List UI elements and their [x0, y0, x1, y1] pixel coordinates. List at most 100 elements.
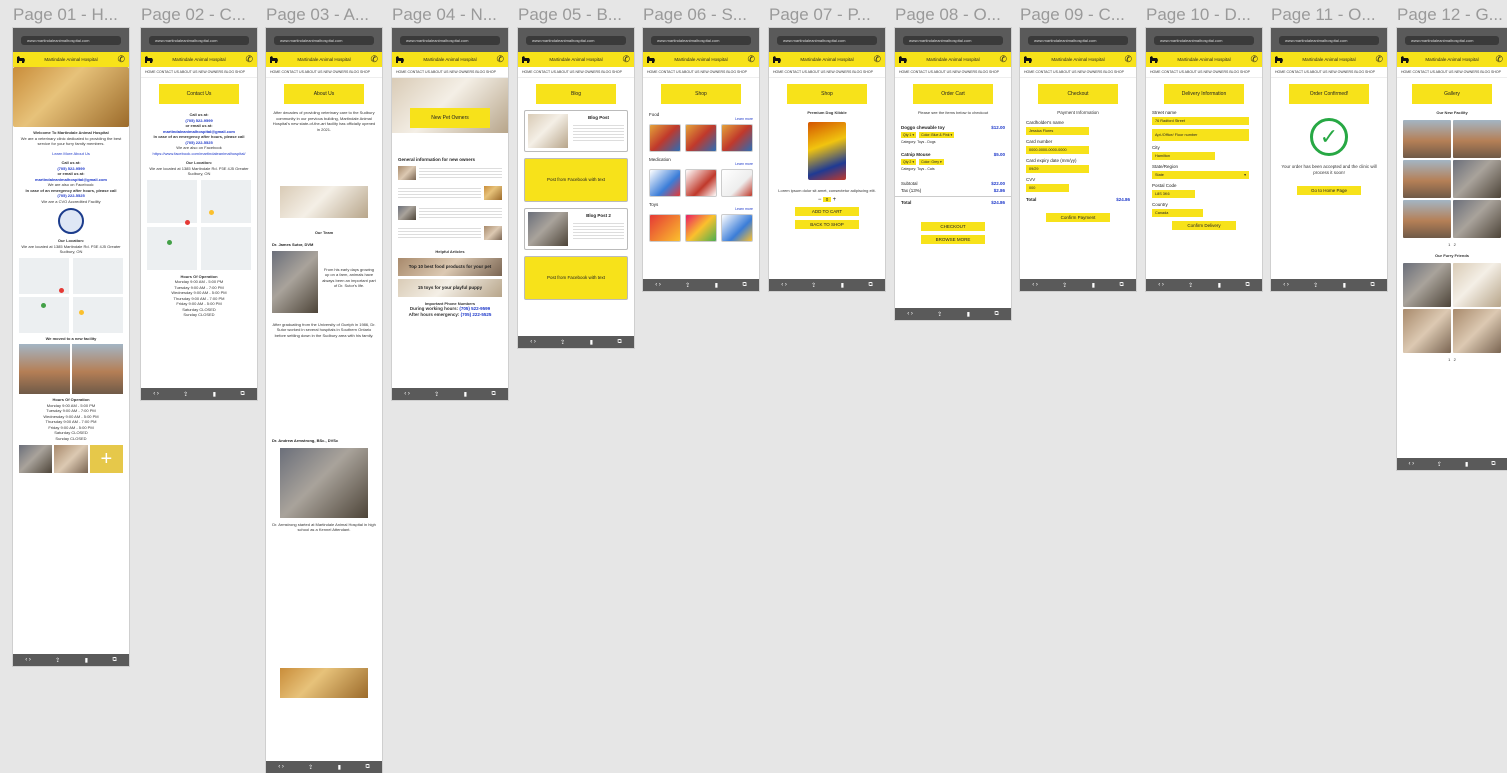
- gallery-tile[interactable]: [1453, 262, 1501, 307]
- phone-icon[interactable]: ✆: [370, 53, 378, 66]
- gallery-thumb[interactable]: [54, 445, 88, 473]
- facebook-link[interactable]: https://www.facebook.com/martindaleanima…: [141, 151, 257, 157]
- share-icon[interactable]: ⇪: [1437, 461, 1442, 468]
- share-icon[interactable]: ⇪: [434, 391, 439, 398]
- share-icon[interactable]: ⇪: [55, 657, 60, 664]
- add-to-cart-button[interactable]: ADD TO CART: [795, 207, 859, 216]
- back-forward-icon[interactable]: ‹ ›: [1283, 282, 1289, 288]
- url-bar[interactable]: www.martindaleanimalhospital.com: [1279, 36, 1379, 45]
- gallery-tile[interactable]: [1403, 159, 1451, 198]
- share-icon[interactable]: ⇪: [560, 339, 565, 346]
- confirm-delivery-button[interactable]: Confirm Delivery: [1172, 221, 1236, 230]
- facility-gallery[interactable]: [1397, 119, 1507, 238]
- quantity-value[interactable]: 0: [823, 197, 831, 202]
- phone-icon[interactable]: ✆: [999, 53, 1007, 66]
- dog-logo-icon[interactable]: [1274, 55, 1284, 64]
- url-bar[interactable]: www.martindaleanimalhospital.com: [400, 36, 500, 45]
- go-home-button[interactable]: Go to Home Page: [1297, 186, 1361, 195]
- back-forward-icon[interactable]: ‹ ›: [404, 391, 410, 397]
- gallery-tile[interactable]: [1453, 199, 1501, 238]
- learn-more-link[interactable]: Learn more: [643, 207, 759, 211]
- share-icon[interactable]: ⇪: [1313, 282, 1318, 289]
- add-icon[interactable]: +: [89, 445, 123, 473]
- frame-title-07[interactable]: Page 07 - P...: [769, 5, 891, 25]
- minus-icon[interactable]: −: [818, 197, 822, 203]
- url-bar[interactable]: www.martindaleanimalhospital.com: [274, 36, 374, 45]
- location-map[interactable]: [147, 179, 251, 270]
- checkout-button[interactable]: CHECKOUT: [921, 221, 985, 231]
- tabs-icon[interactable]: ⧉: [1245, 282, 1249, 289]
- bookmark-icon[interactable]: ▮: [1465, 461, 1468, 468]
- gallery-tile[interactable]: [1403, 308, 1451, 353]
- url-bar[interactable]: www.martindaleanimalhospital.com: [777, 36, 877, 45]
- frame-shop[interactable]: www.martindaleanimalhospital.com Martind…: [643, 28, 759, 291]
- list-item[interactable]: [392, 223, 508, 243]
- tabs-icon[interactable]: ⧉: [742, 282, 746, 289]
- country-input[interactable]: Canada: [1152, 209, 1203, 217]
- tabs-icon[interactable]: ⧉: [365, 764, 369, 771]
- share-icon[interactable]: ⇪: [685, 282, 690, 289]
- url-bar[interactable]: www.martindaleanimalhospital.com: [149, 36, 249, 45]
- url-bar[interactable]: www.martindaleanimalhospital.com: [1405, 36, 1499, 45]
- url-bar[interactable]: www.martindaleanimalhospital.com: [651, 36, 751, 45]
- frame-blog[interactable]: www.martindaleanimalhospital.com Martind…: [518, 28, 634, 348]
- phone-icon[interactable]: ✆: [1250, 53, 1258, 66]
- bookmark-icon[interactable]: ▮: [841, 282, 844, 289]
- nav-menu[interactable]: HOME CONTACT US ABOUT US NEW OWNERS BLOG…: [895, 67, 1011, 78]
- phone-icon[interactable]: ✆: [873, 53, 881, 66]
- bookmark-icon[interactable]: ▮: [85, 657, 88, 664]
- back-forward-icon[interactable]: ‹ ›: [781, 282, 787, 288]
- product-card[interactable]: [721, 214, 753, 242]
- list-item[interactable]: [392, 203, 508, 223]
- dog-logo-icon[interactable]: [16, 55, 26, 64]
- frame-title-08[interactable]: Page 08 - O...: [895, 5, 1017, 25]
- bookmark-icon[interactable]: ▮: [967, 311, 970, 318]
- frame-title-12[interactable]: Page 12 - G...: [1397, 5, 1507, 25]
- quantity-stepper[interactable]: − 0 +: [769, 197, 885, 203]
- frame-title-06[interactable]: Page 06 - S...: [643, 5, 765, 25]
- url-bar[interactable]: www.martindaleanimalhospital.com: [1154, 36, 1254, 45]
- phone-icon[interactable]: ✆: [117, 53, 125, 66]
- frame-title-09[interactable]: Page 09 - C...: [1020, 5, 1142, 25]
- frame-cart[interactable]: www.martindaleanimalhospital.com Martind…: [895, 28, 1011, 320]
- article-banner-food[interactable]: Top 10 best food products for your pet: [398, 257, 502, 276]
- article-banner-toys[interactable]: 15 toys for your playful puppy: [398, 278, 502, 297]
- color-select[interactable]: Color: Grey ▾: [919, 158, 944, 165]
- product-card[interactable]: [685, 169, 717, 197]
- frame-home[interactable]: www.martindaleanimalhospital.com Martind…: [13, 28, 129, 666]
- dog-logo-icon[interactable]: [1400, 55, 1410, 64]
- confirm-payment-button[interactable]: Confirm Payment: [1046, 212, 1110, 222]
- nav-menu[interactable]: HOME CONTACT US ABOUT US NEW OWNERS BLOG…: [1020, 67, 1136, 78]
- learn-more-link[interactable]: Learn more: [643, 162, 759, 166]
- bookmark-icon[interactable]: ▮: [338, 764, 341, 771]
- url-bar[interactable]: www.martindaleanimalhospital.com: [1028, 36, 1128, 45]
- frame-new-owners[interactable]: www.martindaleanimalhospital.com Martind…: [392, 28, 508, 400]
- back-forward-icon[interactable]: ‹ ›: [278, 764, 284, 770]
- bookmark-icon[interactable]: ▮: [715, 282, 718, 289]
- tabs-icon[interactable]: ⧉: [1491, 461, 1495, 468]
- url-bar[interactable]: www.martindaleanimalhospital.com: [526, 36, 626, 45]
- city-input[interactable]: Hamilton: [1152, 152, 1215, 160]
- frame-title-11[interactable]: Page 11 - O...: [1271, 5, 1393, 25]
- bookmark-icon[interactable]: ▮: [464, 391, 467, 398]
- phone-icon[interactable]: ✆: [245, 53, 253, 66]
- after-phone-link[interactable]: (705) 222-5525: [461, 312, 492, 317]
- street-input[interactable]: 76 Radford Street: [1152, 117, 1249, 125]
- product-card[interactable]: [721, 169, 753, 197]
- gallery-tile[interactable]: [1453, 308, 1501, 353]
- apt-input[interactable]: Apt./Office/ Floor number: [1152, 129, 1249, 141]
- nav-menu[interactable]: HOME CONTACT US ABOUT US NEW OWNERS BLOG…: [643, 67, 759, 78]
- frame-delivery[interactable]: www.martindaleanimalhospital.com Martind…: [1146, 28, 1262, 291]
- friends-gallery[interactable]: [1397, 262, 1507, 353]
- nav-menu[interactable]: HOME CONTACT US ABOUT US NEW OWNERS BLOG…: [1271, 67, 1387, 78]
- tabs-icon[interactable]: ⧉: [240, 391, 244, 398]
- working-phone-link[interactable]: (705) 522-9599: [459, 306, 490, 311]
- facebook-post-card[interactable]: Post from Facebook with text: [524, 256, 628, 300]
- phone-icon[interactable]: ✆: [496, 53, 504, 66]
- gallery-pagination[interactable]: 1 2: [1397, 242, 1507, 248]
- article-list[interactable]: [392, 163, 508, 243]
- share-icon[interactable]: ⇪: [1188, 282, 1193, 289]
- list-item[interactable]: [392, 183, 508, 203]
- product-card[interactable]: [721, 124, 753, 152]
- gallery-thumb[interactable]: [19, 445, 53, 473]
